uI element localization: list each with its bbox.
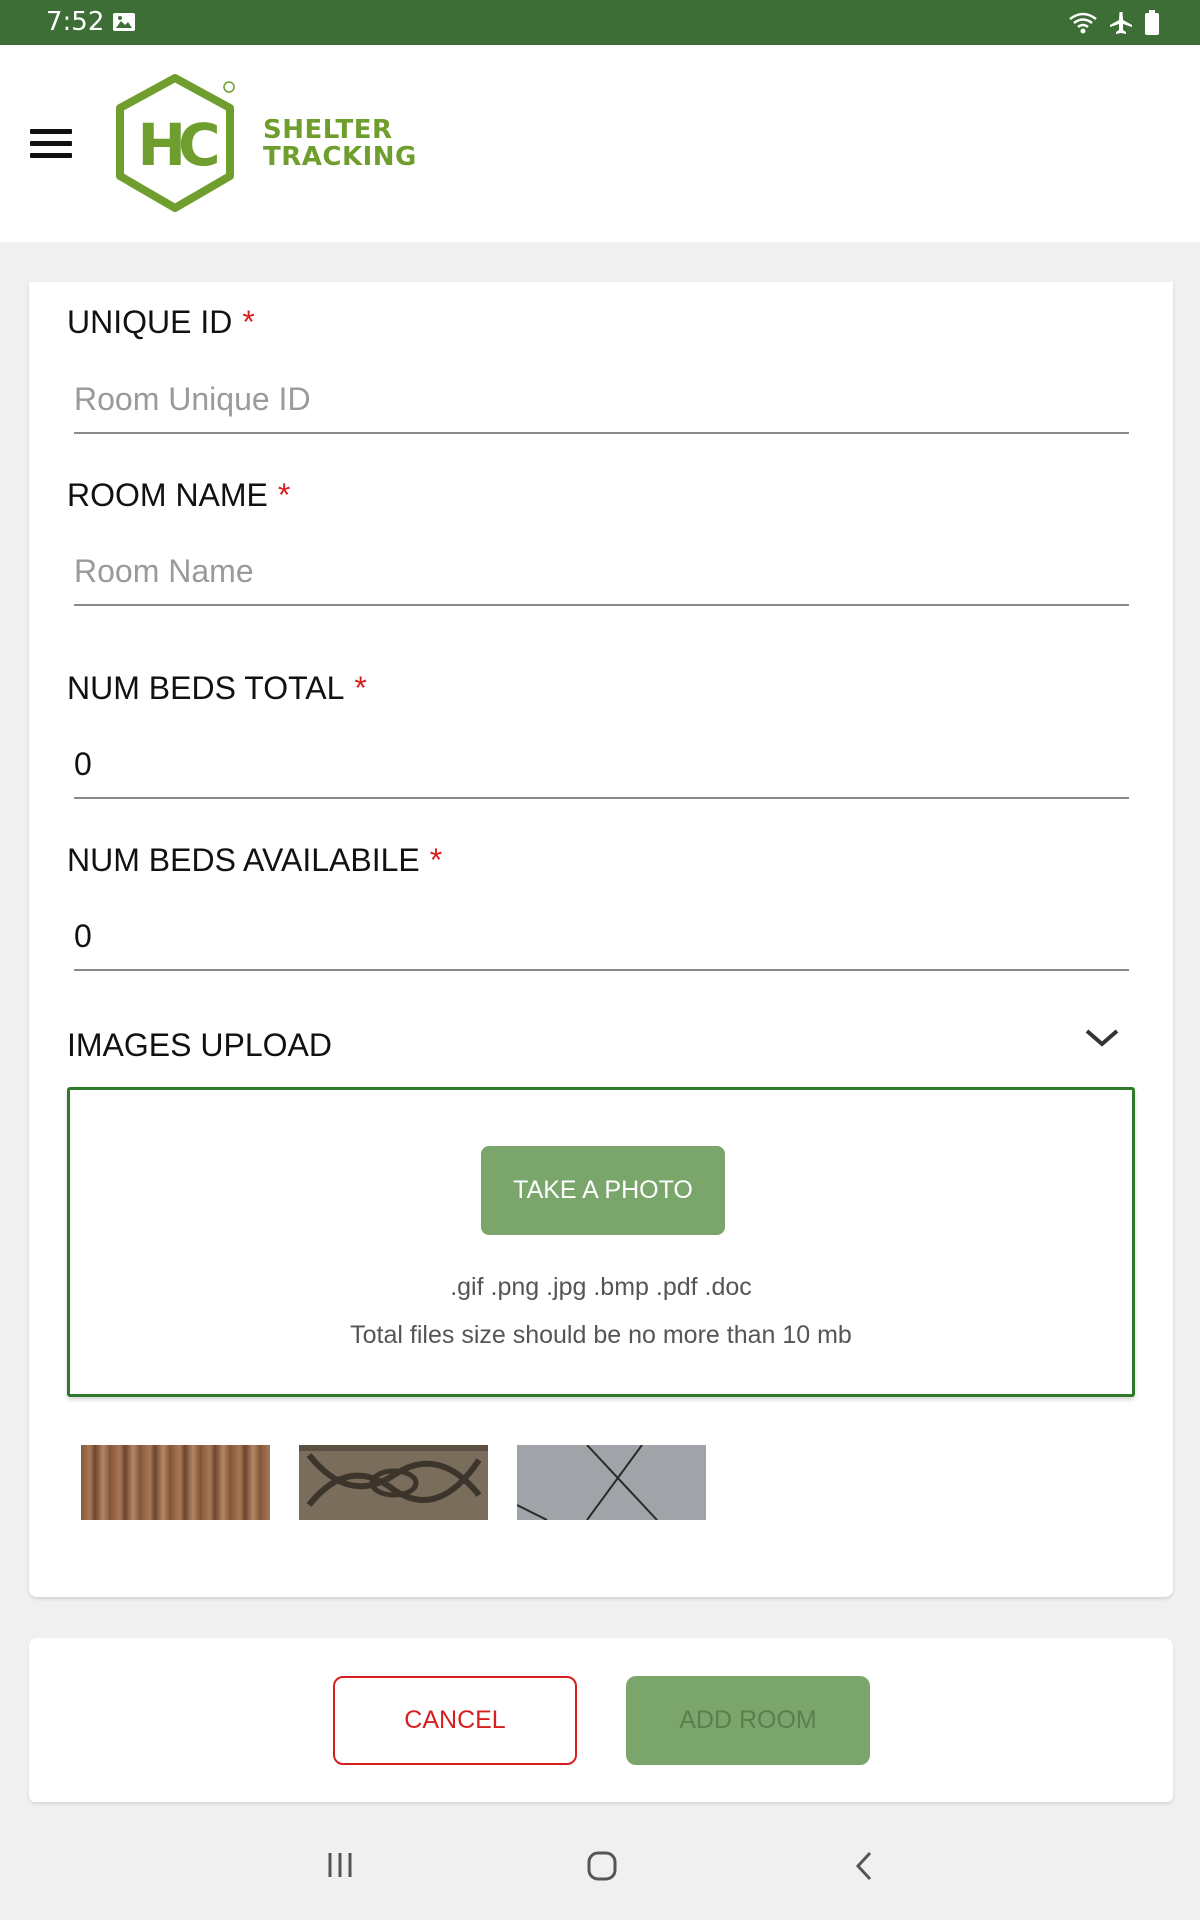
room-name-label: ROOM NAME * [67,477,291,513]
image-icon [112,12,136,37]
cancel-button[interactable]: CANCEL [333,1676,577,1765]
chevron-down-icon[interactable] [1082,1022,1122,1057]
num-beds-available-input[interactable] [74,909,1129,971]
num-beds-total-input[interactable] [74,737,1129,799]
add-room-button[interactable]: ADD ROOM [626,1676,870,1765]
allowed-file-types: .gif .png .jpg .bmp .pdf .doc [450,1273,752,1301]
required-marker: * [429,842,443,878]
system-nav-bar [0,1820,1200,1920]
logo-line-2: TRACKING [263,142,417,172]
status-time: 7:52 [46,7,105,37]
action-bar: CANCEL ADD ROOM [29,1638,1173,1802]
logo-line-1: SHELTER [263,115,393,145]
room-name-input[interactable] [74,544,1129,606]
room-form-card: UNIQUE ID* ROOM NAME* NUM BEDS TOTAL* NU… [29,282,1173,1597]
image-thumbnail[interactable] [299,1445,488,1520]
required-marker: * [354,670,367,706]
hc-logo: HC [108,72,243,220]
wifi-icon [1068,11,1098,40]
recent-apps-icon[interactable] [325,1850,355,1885]
unique-id-input[interactable] [74,372,1129,434]
image-thumbnail[interactable] [81,1445,270,1520]
upload-drop-zone[interactable]: TAKE A PHOTO .gif .png .jpg .bmp .pdf .d… [67,1087,1135,1397]
required-marker: * [242,304,255,340]
num-beds-total-label: NUM BEDS TOTAL * [67,670,367,706]
svg-text:HC: HC [137,111,217,179]
airplane-mode-icon [1108,10,1134,41]
file-size-note: Total files size should be no more than … [350,1321,852,1349]
images-upload-label: IMAGES UPLOAD [67,1027,332,1063]
take-photo-button[interactable]: TAKE A PHOTO [481,1146,725,1235]
logo-text: SHELTER TRACKING [263,117,417,171]
hamburger-menu-icon[interactable] [30,129,72,159]
status-bar: 7:52 [0,0,1200,45]
unique-id-label: UNIQUE ID * [67,304,255,340]
required-marker: * [277,477,291,513]
image-thumbnail[interactable] [517,1445,706,1520]
home-icon[interactable] [586,1850,618,1887]
battery-icon [1144,10,1160,41]
num-beds-available-label: NUM BEDS AVAILABILE * [67,842,443,878]
app-header: HC SHELTER TRACKING [0,45,1200,242]
back-icon[interactable] [852,1850,878,1887]
